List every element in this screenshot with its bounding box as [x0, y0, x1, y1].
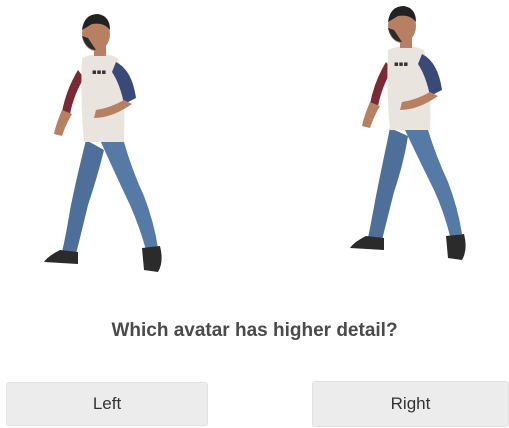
avatar-figure-left-icon: ▪▪▪ [44, 14, 162, 272]
question-prompt: Which avatar has higher detail? [111, 320, 398, 341]
avatar-left-panel: ▪▪▪ [0, 0, 200, 300]
avatar-right-panel: ▪▪▪ [326, 0, 506, 300]
right-choice-button[interactable]: Right [312, 381, 509, 427]
comparison-page: ▪▪▪ ▪▪▪ Which avatar has higher detail? … [0, 0, 509, 428]
avatar-figure-right-icon: ▪▪▪ [350, 6, 466, 260]
left-choice-button[interactable]: Left [6, 382, 208, 426]
svg-text:▪▪▪: ▪▪▪ [92, 68, 106, 76]
svg-text:▪▪▪: ▪▪▪ [394, 60, 408, 68]
